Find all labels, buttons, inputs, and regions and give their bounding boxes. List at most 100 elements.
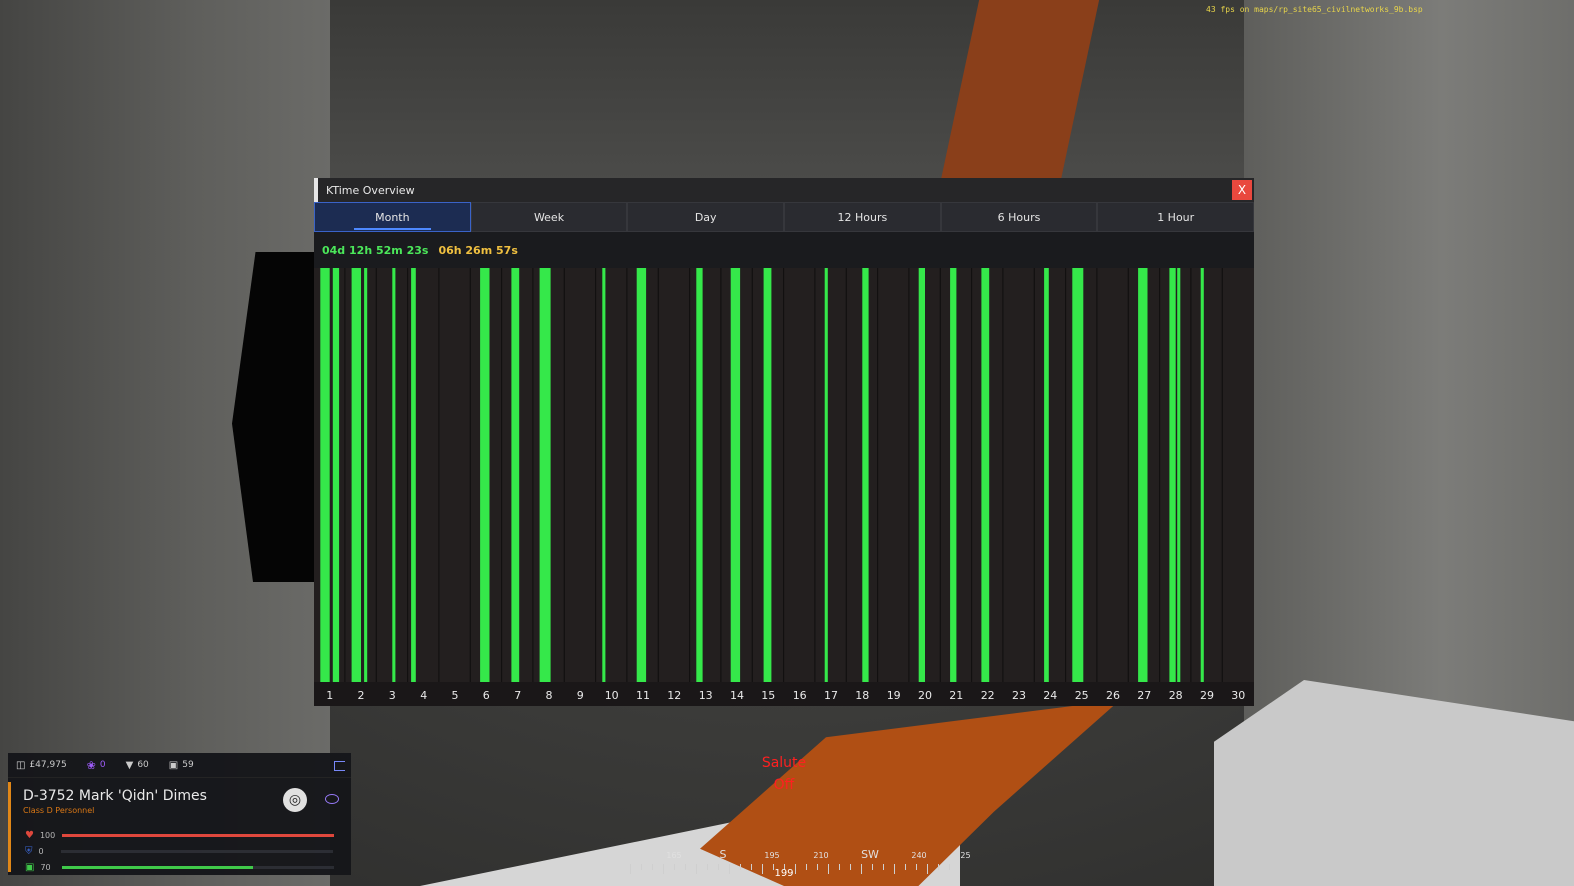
activity-stripe	[696, 268, 703, 682]
health-row: ♥ 100	[25, 830, 334, 841]
corner-icon	[334, 761, 345, 771]
day-separator	[1221, 268, 1223, 682]
day-label: 30	[1231, 689, 1245, 702]
day-label: 28	[1169, 689, 1183, 702]
activity-stripe	[411, 268, 416, 682]
health-bar-fill	[61, 834, 334, 837]
day-label: 27	[1137, 689, 1151, 702]
day-label: 3	[389, 689, 396, 702]
tab-day[interactable]: Day	[627, 202, 785, 232]
day-label: 18	[855, 689, 869, 702]
day-label: 19	[887, 689, 901, 702]
day-separator	[532, 268, 534, 682]
compass-label: 255	[960, 851, 970, 860]
activity-stripe	[511, 268, 520, 682]
tab-month[interactable]: Month	[314, 202, 471, 232]
day-label: 10	[605, 689, 619, 702]
day-label: 14	[730, 689, 744, 702]
day-label: 23	[1012, 689, 1026, 702]
day-label: 7	[514, 689, 521, 702]
day-separator	[1096, 268, 1098, 682]
activity-stripe	[480, 268, 490, 682]
day-label: 17	[824, 689, 838, 702]
day-separator	[1190, 268, 1192, 682]
compass: 165 S 195 210 SW 240 255 199	[620, 846, 976, 880]
tab-week[interactable]: Week	[470, 202, 628, 232]
activity-stripe	[763, 268, 772, 682]
day-separator	[501, 268, 503, 682]
armor-value: 0	[38, 847, 44, 856]
activity-stripe	[1169, 268, 1176, 682]
compass-tick	[872, 864, 873, 870]
activity-stripe	[1138, 268, 1148, 682]
compass-tick	[949, 864, 950, 870]
day-separator	[407, 268, 409, 682]
day-label: 15	[761, 689, 775, 702]
day-separator	[908, 268, 910, 682]
compass-tick	[707, 864, 708, 870]
day-separator	[1033, 268, 1035, 682]
compass-svg: 165 S 195 210 SW 240 255 199	[630, 848, 976, 879]
compass-tick	[729, 864, 730, 874]
day-separator	[845, 268, 847, 682]
compass-tick	[641, 864, 642, 870]
activity-stripe	[1177, 268, 1181, 682]
activity-stripe	[730, 268, 741, 682]
window-titlebar[interactable]: KTime Overview X	[314, 178, 1254, 202]
compass-tick	[927, 864, 928, 874]
activity-stripe	[950, 268, 957, 682]
activity-stripe	[1044, 268, 1049, 682]
hud-stats-row: ◫ £47,975 ❀ 0 ▼ 60 ▣ 59	[8, 753, 351, 778]
day-label: 21	[949, 689, 963, 702]
photos-stat: ▣ 59	[169, 760, 194, 771]
day-separator	[877, 268, 879, 682]
activity-stripe	[602, 268, 606, 682]
compass-label: S	[720, 848, 727, 861]
hunger-icon: ▣	[25, 862, 35, 873]
hunger-value: 70	[40, 863, 51, 872]
day-separator	[375, 268, 377, 682]
compass-tick	[696, 864, 697, 874]
compass-tick	[861, 864, 862, 874]
day-label: 22	[981, 689, 995, 702]
health-bar	[61, 834, 334, 837]
coins-stat: ❀ 0	[87, 759, 106, 772]
day-separator	[595, 268, 597, 682]
compass-tick	[828, 864, 829, 874]
day-label: 20	[918, 689, 932, 702]
activity-stripe	[351, 268, 361, 682]
day-label: 25	[1075, 689, 1089, 702]
day-separator	[626, 268, 628, 682]
compass-label: 210	[813, 851, 828, 860]
salute-indicator: Salute Off	[760, 752, 808, 796]
day-separator	[1065, 268, 1067, 682]
tab-1-hour[interactable]: 1 Hour	[1097, 202, 1255, 232]
salute-title: Salute	[761, 755, 807, 771]
ceiling	[300, 0, 1280, 180]
camera-icon: ▣	[168, 759, 179, 771]
day-separator	[783, 268, 785, 682]
time-range-tabs: Month Week Day 12 Hours 6 Hours 1 Hour	[314, 202, 1255, 232]
day-separator	[657, 268, 659, 682]
tab-12-hours[interactable]: 12 Hours	[784, 202, 941, 232]
compass-label: 240	[911, 851, 926, 860]
activity-stripe	[332, 268, 340, 682]
compass-tick	[795, 864, 796, 874]
compass-tick	[630, 864, 631, 874]
total-time: 04d 12h 52m 23s	[322, 243, 429, 257]
ktime-window: KTime Overview X Month Week Day 12 Hours…	[314, 178, 1255, 706]
player-info: D-3752 Mark 'Qidn' Dimes Class D Personn…	[8, 782, 351, 873]
compass-tick	[894, 864, 895, 874]
day-label: 16	[793, 689, 807, 702]
day-label: 4	[420, 689, 427, 702]
activity-stripe	[364, 268, 368, 682]
gems-value: 60	[137, 760, 149, 770]
day-separator	[469, 268, 471, 682]
compass-tick	[850, 864, 851, 870]
tab-6-hours[interactable]: 6 Hours	[940, 202, 1098, 232]
health-value: 100	[39, 831, 56, 840]
compass-tick	[751, 864, 752, 870]
day-label: 29	[1200, 689, 1214, 702]
compass-tick	[883, 864, 884, 870]
close-button[interactable]: X	[1232, 180, 1252, 200]
